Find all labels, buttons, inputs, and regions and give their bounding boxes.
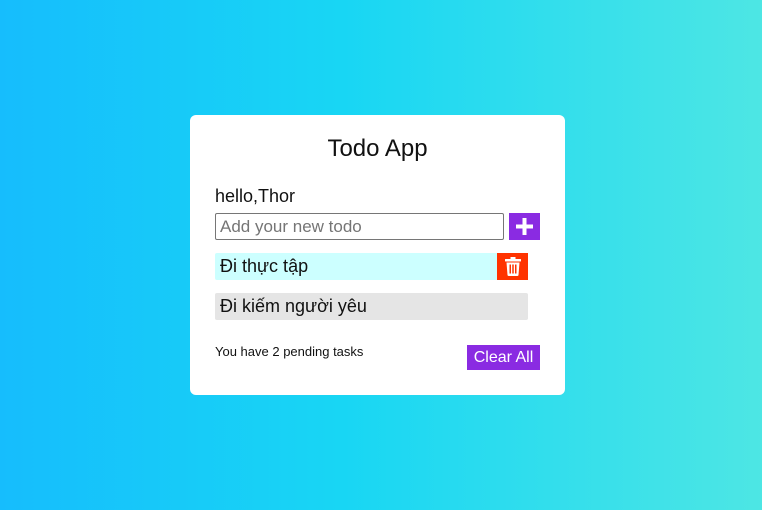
clear-all-button[interactable]: Clear All <box>467 345 540 370</box>
trash-icon <box>504 257 521 276</box>
greeting-text: hello,Thor <box>215 186 296 206</box>
app-title: Todo App <box>327 135 428 162</box>
plus-icon <box>516 218 533 235</box>
add-todo-button[interactable] <box>509 213 540 240</box>
todo-card: Todo App hello,Thor Đi thực tập Đi kiếm … <box>190 115 565 395</box>
todo-item[interactable]: Đi kiếm người yêu <box>215 293 528 320</box>
delete-todo-button[interactable] <box>497 253 528 280</box>
todo-item[interactable]: Đi thực tập <box>215 253 528 280</box>
pending-tasks-text: You have 2 pending tasks <box>215 344 364 359</box>
new-todo-input[interactable] <box>215 213 504 240</box>
